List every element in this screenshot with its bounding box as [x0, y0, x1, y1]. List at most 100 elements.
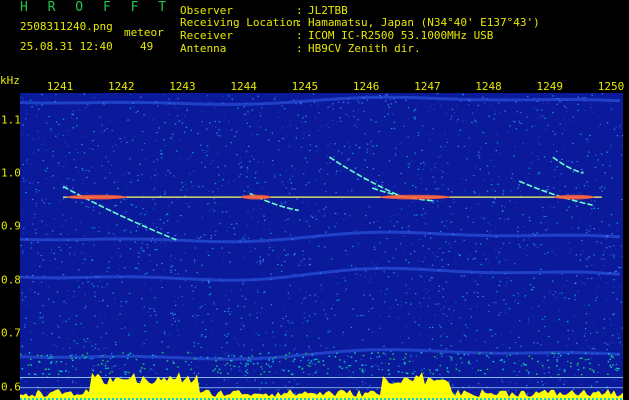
noise-dot: [144, 224, 147, 226]
noise-dot: [515, 128, 518, 130]
noise-dot-low: [50, 356, 53, 358]
noise-dot: [533, 243, 535, 245]
noise-dot: [181, 122, 184, 124]
noise-dot: [461, 362, 463, 364]
noise-dot: [213, 301, 215, 303]
noise-dot: [170, 258, 172, 260]
noise-dot: [320, 284, 322, 286]
noise-dot: [356, 127, 358, 129]
noise-dot: [181, 226, 183, 229]
noise-dot: [284, 305, 286, 307]
noise-dot: [111, 352, 113, 355]
noise-dot: [223, 116, 226, 118]
noise-dot: [609, 161, 612, 163]
noise-dot: [450, 115, 453, 117]
noise-dot: [362, 314, 364, 317]
noise-dot: [137, 262, 140, 265]
noise-dot: [48, 286, 50, 288]
noise-dot: [484, 179, 486, 181]
noise-dot: [217, 134, 219, 137]
noise-dot: [122, 173, 124, 175]
noise-dot: [486, 165, 489, 167]
noise-dot: [369, 295, 371, 297]
noise-dot: [595, 381, 597, 383]
noise-dot: [587, 141, 589, 143]
noise-dot: [417, 134, 420, 137]
noise-dot: [462, 295, 464, 298]
noise-dot: [553, 207, 555, 209]
noise-dot-low: [245, 370, 247, 373]
noise-dot: [154, 203, 157, 205]
noise-dot: [289, 175, 291, 177]
noise-dot: [509, 125, 511, 127]
noise-dot: [69, 254, 71, 257]
noise-dot: [225, 145, 227, 147]
noise-dot: [546, 102, 548, 104]
noise-dot: [410, 378, 413, 381]
noise-dot: [491, 205, 494, 207]
noise-dot-low: [317, 361, 320, 363]
noise-dot: [334, 212, 337, 214]
noise-dot: [479, 384, 481, 386]
noise-dot: [223, 173, 225, 175]
noise-dot: [408, 287, 410, 289]
noise-dot-low: [314, 371, 317, 374]
noise-dot: [498, 285, 500, 287]
noise-dot: [45, 98, 48, 100]
noise-dot: [290, 182, 292, 184]
noise-dot: [98, 230, 100, 232]
noise-dot: [308, 136, 311, 139]
noise-dot-low: [42, 373, 44, 375]
noise-dot: [445, 281, 448, 283]
noise-dot: [595, 178, 597, 180]
noise-dot: [423, 256, 426, 258]
noise-dot: [350, 326, 353, 329]
noise-dot: [160, 150, 162, 152]
noise-dot: [436, 357, 438, 359]
noise-dot: [61, 225, 63, 227]
noise-dot: [267, 364, 270, 366]
noise-dot: [211, 125, 214, 127]
noise-dot-low: [287, 370, 290, 372]
noise-dot: [540, 344, 542, 346]
noise-dot: [531, 289, 534, 291]
noise-dot: [393, 185, 396, 187]
noise-dot: [152, 269, 155, 271]
noise-dot: [603, 258, 606, 260]
noise-dot: [561, 133, 564, 135]
noise-dot-low: [361, 370, 364, 372]
noise-dot: [117, 273, 119, 276]
noise-dot-low: [20, 353, 22, 355]
noise-dot: [140, 371, 142, 373]
noise-dot: [65, 363, 67, 365]
noise-dot: [306, 220, 308, 222]
noise-dot: [163, 241, 166, 244]
noise-dot: [240, 166, 243, 168]
noise-dot: [274, 344, 277, 346]
noise-dot: [473, 291, 476, 294]
noise-dot: [327, 173, 329, 175]
noise-dot: [137, 269, 140, 271]
noise-dot: [115, 204, 118, 207]
noise-dot: [271, 322, 274, 324]
noise-dot: [431, 277, 433, 279]
noise-dot: [289, 178, 291, 180]
noise-dot: [73, 290, 75, 292]
noise-dot: [518, 360, 520, 362]
noise-dot: [146, 254, 148, 256]
noise-dot: [58, 164, 60, 166]
noise-dot: [424, 212, 427, 214]
noise-dot: [21, 295, 23, 297]
noise-dot-low: [102, 359, 104, 362]
noise-dot: [32, 198, 34, 201]
noise-dot: [245, 151, 247, 153]
noise-dot-low: [272, 360, 274, 363]
noise-dot: [595, 166, 597, 168]
noise-dot-low: [309, 365, 311, 367]
noise-dot: [563, 285, 565, 287]
noise-dot: [119, 255, 121, 257]
noise-dot: [583, 304, 586, 306]
noise-dot: [190, 361, 193, 363]
noise-dot: [331, 308, 333, 310]
noise-dot: [385, 237, 388, 240]
